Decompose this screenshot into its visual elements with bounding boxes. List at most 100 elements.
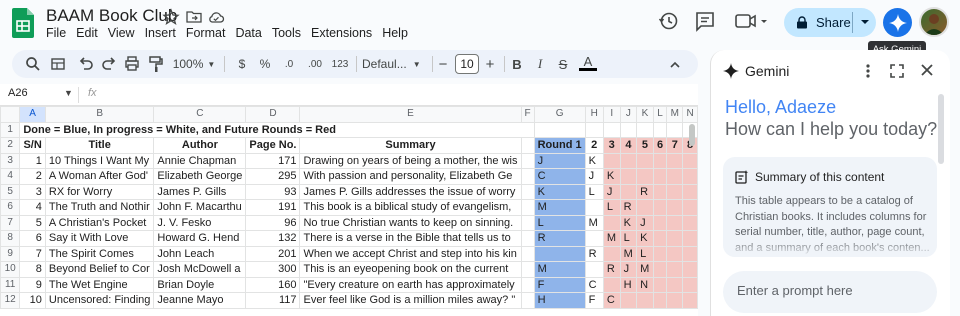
menus-icon[interactable] bbox=[50, 54, 66, 74]
table-cell[interactable] bbox=[666, 245, 684, 262]
table-cell[interactable]: H bbox=[619, 276, 638, 293]
table-cell[interactable] bbox=[520, 183, 535, 200]
table-cell[interactable]: Howard G. Hend bbox=[153, 230, 247, 247]
table-cell[interactable]: K bbox=[602, 168, 621, 185]
table-cell[interactable]: L bbox=[584, 183, 604, 200]
table-cell[interactable] bbox=[682, 261, 698, 278]
table-cell[interactable]: R bbox=[533, 230, 586, 247]
row-header[interactable]: 1 bbox=[0, 121, 21, 138]
header-cell[interactable]: 7 bbox=[666, 137, 684, 154]
table-cell[interactable] bbox=[520, 245, 535, 262]
vertical-scrollbar[interactable] bbox=[689, 124, 695, 146]
table-cell[interactable]: Elizabeth George bbox=[153, 168, 247, 185]
table-cell[interactable]: 93 bbox=[245, 183, 301, 200]
table-cell[interactable] bbox=[584, 199, 604, 216]
table-cell[interactable]: K bbox=[584, 152, 604, 169]
version-history-icon[interactable] bbox=[657, 10, 679, 32]
column-header[interactable]: F bbox=[520, 106, 535, 123]
table-cell[interactable]: 9 bbox=[19, 276, 46, 293]
table-cell[interactable]: R bbox=[584, 245, 604, 262]
column-header[interactable]: J bbox=[619, 106, 638, 123]
table-cell[interactable]: L bbox=[636, 245, 654, 262]
table-cell[interactable]: H bbox=[533, 292, 586, 309]
table-cell[interactable]: J. V. Fesko bbox=[153, 214, 247, 231]
increase-decimal-button[interactable]: .00 bbox=[304, 54, 326, 74]
table-cell[interactable] bbox=[636, 292, 654, 309]
table-cell[interactable]: 7 bbox=[19, 245, 46, 262]
table-cell[interactable] bbox=[666, 292, 684, 309]
table-cell[interactable]: There is a verse in the Bible that tells… bbox=[299, 230, 522, 247]
table-cell[interactable]: RX for Worry bbox=[44, 183, 155, 200]
table-cell[interactable]: James P. Gills bbox=[153, 183, 247, 200]
table-cell[interactable]: J bbox=[584, 168, 604, 185]
row-header[interactable]: 2 bbox=[0, 137, 21, 154]
table-cell[interactable]: Uncensored: Finding bbox=[44, 292, 155, 309]
table-cell[interactable]: 6 bbox=[19, 230, 46, 247]
table-cell[interactable]: 117 bbox=[245, 292, 301, 309]
name-box[interactable]: A26 bbox=[8, 87, 28, 99]
table-cell[interactable]: M bbox=[584, 214, 604, 231]
table-cell[interactable]: M bbox=[533, 261, 586, 278]
column-header[interactable]: M bbox=[666, 106, 684, 123]
table-cell[interactable] bbox=[652, 276, 668, 293]
table-cell[interactable]: K bbox=[636, 230, 654, 247]
table-cell[interactable] bbox=[533, 245, 586, 262]
cell[interactable] bbox=[666, 121, 684, 138]
table-cell[interactable] bbox=[682, 168, 698, 185]
table-cell[interactable]: R bbox=[619, 199, 638, 216]
table-cell[interactable]: J bbox=[533, 152, 586, 169]
undo-icon[interactable] bbox=[78, 54, 94, 74]
row-header[interactable]: 6 bbox=[0, 199, 21, 216]
table-cell[interactable]: C bbox=[533, 168, 586, 185]
menu-view[interactable]: View bbox=[108, 26, 142, 44]
column-header[interactable]: B bbox=[44, 106, 155, 123]
table-cell[interactable] bbox=[520, 214, 535, 231]
table-cell[interactable] bbox=[636, 168, 654, 185]
table-cell[interactable] bbox=[584, 261, 604, 278]
table-cell[interactable] bbox=[666, 276, 684, 293]
header-cell[interactable]: Round 1 bbox=[533, 137, 586, 154]
table-cell[interactable] bbox=[636, 152, 654, 169]
select-all-corner[interactable] bbox=[0, 106, 21, 123]
move-folder-icon[interactable] bbox=[185, 8, 203, 26]
table-cell[interactable] bbox=[666, 199, 684, 216]
table-cell[interactable]: Drawing on years of being a mother, the … bbox=[299, 152, 522, 169]
menu-extensions[interactable]: Extensions bbox=[311, 26, 379, 44]
menu-data[interactable]: Data bbox=[235, 26, 268, 44]
text-color-button[interactable]: A bbox=[579, 54, 597, 71]
table-cell[interactable]: 295 bbox=[245, 168, 301, 185]
table-cell[interactable]: 4 bbox=[19, 199, 46, 216]
table-cell[interactable] bbox=[652, 214, 668, 231]
table-cell[interactable]: With passion and personality, Elizabeth … bbox=[299, 168, 522, 185]
row-header[interactable]: 10 bbox=[0, 261, 21, 278]
table-cell[interactable] bbox=[520, 292, 535, 309]
comments-icon[interactable] bbox=[694, 10, 716, 32]
table-cell[interactable] bbox=[666, 168, 684, 185]
font-size-input[interactable]: 10 bbox=[455, 54, 479, 74]
table-cell[interactable]: F bbox=[584, 292, 604, 309]
table-cell[interactable]: J bbox=[636, 214, 654, 231]
table-cell[interactable]: The Wet Engine bbox=[44, 276, 155, 293]
table-cell[interactable]: 201 bbox=[245, 245, 301, 262]
column-header[interactable]: D bbox=[245, 106, 301, 123]
menu-format[interactable]: Format bbox=[186, 26, 233, 44]
table-cell[interactable] bbox=[652, 168, 668, 185]
star-icon[interactable] bbox=[162, 8, 180, 26]
header-cell[interactable]: Title bbox=[44, 137, 155, 154]
cell[interactable] bbox=[533, 121, 586, 138]
table-cell[interactable] bbox=[636, 199, 654, 216]
currency-format-button[interactable]: $ bbox=[234, 54, 250, 74]
table-cell[interactable] bbox=[584, 230, 604, 247]
table-cell[interactable] bbox=[619, 292, 638, 309]
table-cell[interactable] bbox=[666, 261, 684, 278]
table-cell[interactable]: James P. Gills addresses the issue of wo… bbox=[299, 183, 522, 200]
table-cell[interactable]: 191 bbox=[245, 199, 301, 216]
table-cell[interactable]: Beyond Belief to Cor bbox=[44, 261, 155, 278]
menu-insert[interactable]: Insert bbox=[145, 26, 183, 44]
table-cell[interactable]: K bbox=[619, 214, 638, 231]
table-cell[interactable]: The Truth and Nothir bbox=[44, 199, 155, 216]
table-cell[interactable]: M bbox=[533, 199, 586, 216]
column-header[interactable]: A bbox=[19, 106, 46, 123]
table-cell[interactable] bbox=[682, 276, 698, 293]
table-cell[interactable] bbox=[652, 230, 668, 247]
